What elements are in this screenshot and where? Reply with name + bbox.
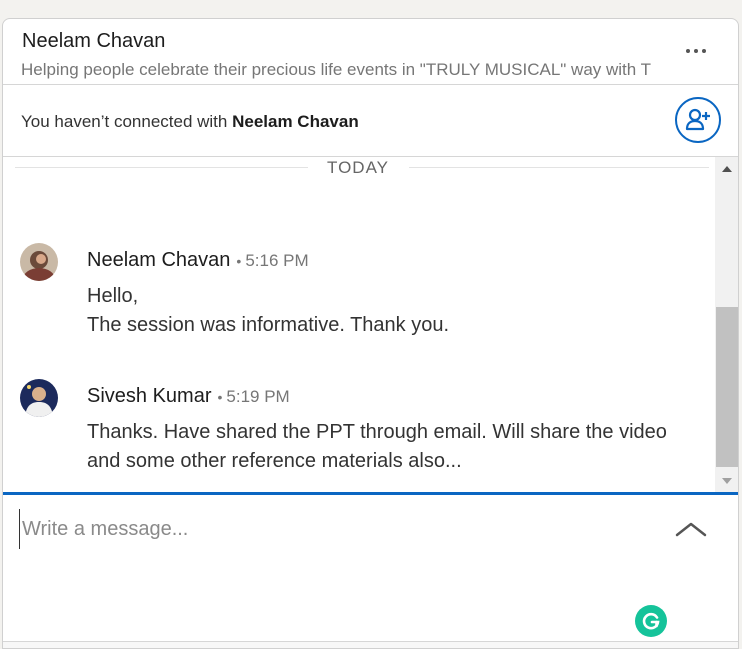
more-options-button[interactable]: [684, 39, 708, 63]
message-input[interactable]: [19, 509, 644, 549]
message-composer: [3, 495, 738, 645]
sender-name[interactable]: Neelam Chavan: [87, 249, 230, 271]
sender-name[interactable]: Sivesh Kumar: [87, 385, 212, 407]
message-time: 5:19 PM: [226, 387, 290, 406]
chevron-up-icon: [675, 522, 707, 537]
connect-name: Neelam Chavan: [232, 112, 359, 131]
scroll-up-arrow-icon[interactable]: [715, 159, 738, 179]
message-header: Sivesh Kumar • 5:19 PM: [87, 385, 290, 407]
grammarly-icon: [642, 612, 660, 630]
contact-headline: Helping people celebrate their precious …: [21, 60, 652, 79]
scrollbar-thumb[interactable]: [716, 307, 738, 467]
date-separator: TODAY: [3, 157, 715, 177]
add-person-icon: [685, 108, 710, 131]
message-scrollbar[interactable]: [715, 157, 738, 493]
message-time: 5:16 PM: [245, 251, 309, 270]
message-text: Thanks. Have shared the PPT through emai…: [87, 421, 667, 443]
date-label: TODAY: [327, 158, 389, 177]
scroll-down-arrow-icon[interactable]: [715, 471, 738, 491]
contact-name[interactable]: Neelam Chavan: [22, 30, 165, 53]
avatar[interactable]: [20, 243, 58, 281]
conversation-header: Neelam Chavan Helping people celebrate t…: [3, 19, 738, 85]
messaging-panel: Neelam Chavan Helping people celebrate t…: [2, 18, 739, 649]
grammarly-button[interactable]: [635, 605, 667, 637]
message-text: The session was informative. Thank you.: [87, 314, 450, 336]
connect-banner: You haven’t connected with Neelam Chavan: [3, 85, 738, 157]
message-header: Neelam Chavan • 5:16 PM: [87, 249, 309, 271]
expand-composer-button[interactable]: [674, 517, 708, 541]
connect-prefix: You haven’t connected with: [21, 112, 233, 131]
connect-message: You haven’t connected with Neelam Chavan: [21, 112, 359, 132]
message-text: and some other reference materials also.…: [87, 450, 462, 472]
composer-footer: [3, 641, 738, 648]
ellipsis-icon: [686, 49, 706, 53]
message-list[interactable]: TODAY Neelam Chavan • 5:16 PM Hello, The s…: [3, 157, 715, 493]
message-text: Hello,: [87, 285, 139, 307]
avatar[interactable]: [20, 379, 58, 417]
connect-button[interactable]: [675, 97, 721, 143]
